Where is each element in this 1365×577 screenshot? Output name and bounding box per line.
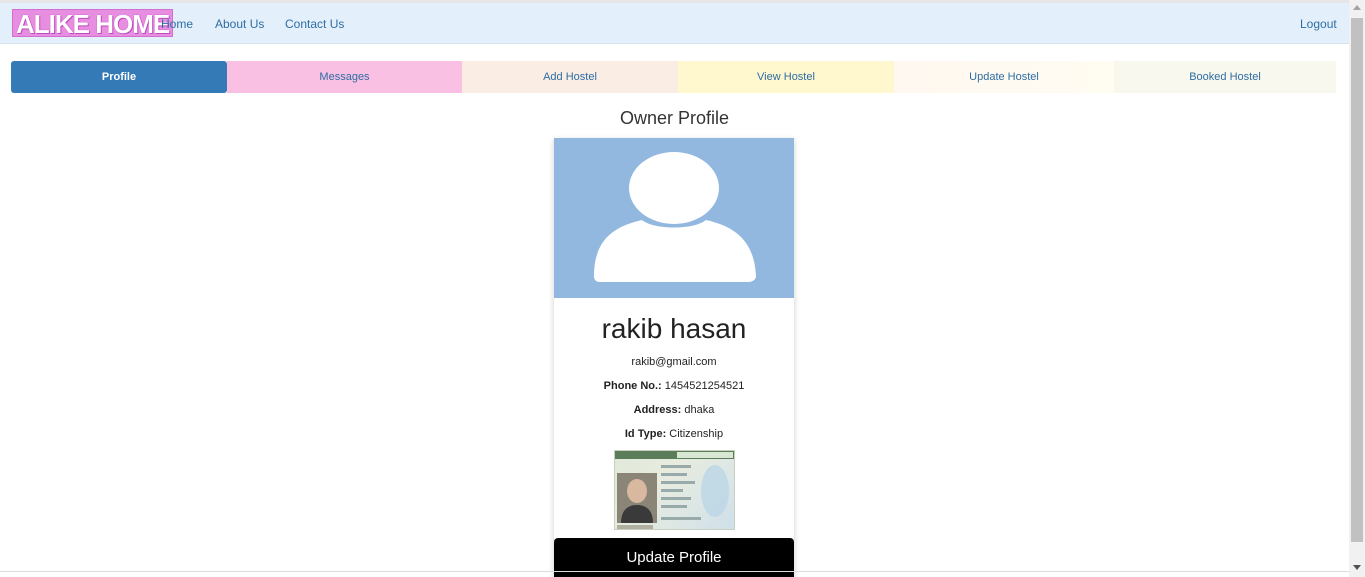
profile-address: Address: dhaka <box>554 404 794 416</box>
navbar: ALIKE HOME Home About Us Contact Us Logo… <box>0 3 1349 44</box>
tab-booked-hostel[interactable]: Booked Hostel <box>1114 61 1336 93</box>
user-silhouette-icon <box>554 138 794 298</box>
profile-id-type: Id Type: Citizenship <box>554 428 794 440</box>
tab-view-hostel[interactable]: View Hostel <box>678 61 894 93</box>
profile-name: rakib hasan <box>601 313 747 344</box>
scroll-up-arrow-icon[interactable] <box>1353 5 1361 10</box>
nav-link-contact-us[interactable]: Contact Us <box>285 17 344 31</box>
tab-messages[interactable]: Messages <box>227 61 462 93</box>
page: ALIKE HOME Home About Us Contact Us Logo… <box>0 0 1365 577</box>
phone-value: 1454521254521 <box>664 380 745 392</box>
profile-email: rakib@gmail.com <box>631 356 717 368</box>
tab-update-hostel[interactable]: Update Hostel <box>894 61 1114 93</box>
tab-profile[interactable]: Profile <box>11 61 227 93</box>
profile-card: rakib hasan rakib@gmail.com Phone No.: 1… <box>554 138 794 577</box>
address-value: dhaka <box>684 404 715 416</box>
scroll-thumb[interactable] <box>1351 18 1363 542</box>
address-label: Address: <box>633 404 682 416</box>
tab-add-hostel[interactable]: Add Hostel <box>462 61 678 93</box>
logout-link[interactable]: Logout <box>1300 17 1337 31</box>
page-title: Owner Profile <box>619 108 730 128</box>
id-type-value: Citizenship <box>669 428 724 440</box>
bottom-border <box>0 571 1349 572</box>
phone-label: Phone No.: <box>603 380 662 392</box>
brand-logo[interactable]: ALIKE HOME <box>12 9 174 38</box>
profile-phone: Phone No.: 1454521254521 <box>554 380 794 392</box>
id-card-image <box>614 450 735 530</box>
vertical-scrollbar[interactable] <box>1349 0 1365 577</box>
id-type-label: Id Type: <box>624 428 667 440</box>
nav-link-about-us[interactable]: About Us <box>215 17 264 31</box>
nav-link-home[interactable]: Home <box>161 17 193 31</box>
dashboard-tabs: Profile Messages Add Hostel View Hostel … <box>11 61 1336 93</box>
scroll-down-arrow-icon[interactable] <box>1353 565 1361 570</box>
